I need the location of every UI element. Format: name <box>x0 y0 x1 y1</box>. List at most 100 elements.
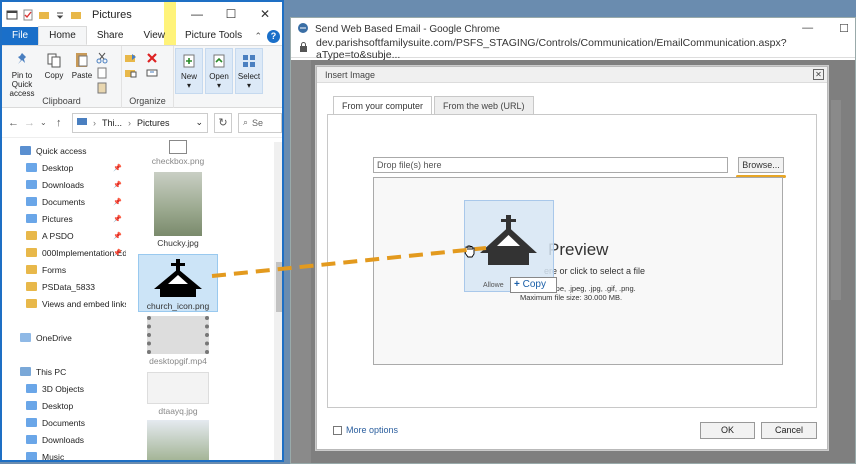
new-folder-icon[interactable] <box>38 9 50 21</box>
preview-hint: ere or click to select a file <box>544 266 646 276</box>
cancel-button[interactable]: Cancel <box>761 422 817 439</box>
nav-item[interactable]: A PSDO 📌 <box>2 227 126 244</box>
copy-to-icon[interactable] <box>124 67 137 79</box>
file-item[interactable]: Chucky.jpg <box>138 172 218 248</box>
copy-plus-icon: + <box>514 279 520 290</box>
drop-zone[interactable]: Preview ere or click to select a file s:… <box>373 177 783 365</box>
properties-icon[interactable] <box>22 9 34 21</box>
address-dropdown-icon[interactable]: ⌄ <box>195 117 203 128</box>
address-folder-icon <box>77 117 87 128</box>
nav-item-label: PSData_5833 <box>42 281 95 292</box>
computer-icon <box>20 367 31 376</box>
nav-item[interactable]: Documents <box>2 414 126 431</box>
nav-item[interactable]: Desktop 📌 <box>2 159 126 176</box>
nav-item-label: Desktop <box>42 162 74 173</box>
forward-arrow-icon[interactable]: → <box>24 117 35 129</box>
file-list-scrollbar[interactable] <box>274 142 282 460</box>
nav-item[interactable]: PSData_5833 <box>2 278 126 295</box>
address-part-pictures[interactable]: Pictures <box>137 118 170 128</box>
maximize-icon[interactable]: ☐ <box>839 22 849 35</box>
customize-toolbar-icon[interactable] <box>54 9 66 21</box>
file-item[interactable]: dtaayq.jpg <box>138 372 218 416</box>
tab-file[interactable]: File <box>2 27 39 45</box>
select-button[interactable]: Select ▾ <box>235 48 263 94</box>
up-arrow-icon[interactable]: ↑ <box>56 117 66 129</box>
nav-item[interactable]: This PC <box>2 363 126 380</box>
tab-home[interactable]: Home <box>38 26 87 45</box>
file-item[interactable] <box>138 420 218 460</box>
dialog-close-icon[interactable]: ✕ <box>813 69 824 80</box>
new-button[interactable]: New ▾ <box>175 48 203 94</box>
scrollbar-thumb[interactable] <box>276 262 282 312</box>
folder-icon <box>26 299 37 308</box>
dialog-tabs: From your computer From the web (URL) <box>333 96 534 115</box>
tab-from-your-computer[interactable]: From your computer <box>333 96 433 115</box>
search-icon: ⌕ <box>243 117 249 127</box>
file-item[interactable]: checkbox.png <box>138 140 218 166</box>
file-item-selected[interactable]: church_icon.png <box>138 254 218 312</box>
file-thumbnail <box>147 420 209 460</box>
drop-files-field[interactable]: Drop file(s) here <box>373 157 728 173</box>
chrome-address-bar[interactable]: dev.parishsoftfamilysuite.com/PSFS_STAGI… <box>291 37 855 61</box>
pin-label: Pin to Quick access <box>9 71 35 98</box>
new-dropdown-icon: ▾ <box>186 81 191 90</box>
refresh-icon[interactable]: ↻ <box>214 112 232 133</box>
cut-icon[interactable] <box>96 52 108 64</box>
nav-item[interactable]: Downloads <box>2 431 126 448</box>
browse-button[interactable]: Browse... <box>738 157 784 173</box>
church-icon-thumbnail <box>148 257 208 299</box>
nav-item-label: Forms <box>42 264 67 275</box>
nav-item[interactable]: Music <box>2 448 126 460</box>
ok-button[interactable]: OK <box>700 422 755 439</box>
window-icon <box>6 9 18 21</box>
desktop-folder-icon <box>26 401 37 410</box>
open-dropdown-icon: ▾ <box>216 81 221 90</box>
open-button[interactable]: Open ▾ <box>205 48 233 94</box>
nav-item[interactable]: Desktop <box>2 397 126 414</box>
pinned-icon: 📌 <box>113 164 122 172</box>
nav-item[interactable]: 000Implementation Ed 📌 <box>2 244 126 261</box>
back-arrow-icon[interactable]: ← <box>8 117 19 129</box>
navigation-pane: Quick access Desktop 📌 Downloads 📌 Documents 📌… <box>2 142 126 460</box>
nav-item[interactable]: OneDrive <box>2 329 126 346</box>
address-bar[interactable]: › Thi... › Pictures ⌄ <box>72 112 208 133</box>
move-to-icon[interactable] <box>124 52 136 64</box>
nav-item[interactable]: 3D Objects <box>2 380 126 397</box>
rename-icon[interactable] <box>146 67 158 79</box>
tab-view[interactable]: View <box>134 27 176 45</box>
clipboard-group-label: Clipboard <box>42 96 81 106</box>
select-label: Select <box>237 72 261 81</box>
open-icon <box>211 53 227 69</box>
nav-item[interactable]: Pictures 📌 <box>2 210 126 227</box>
collapse-ribbon-icon[interactable]: ⌃ <box>254 31 262 42</box>
minimize-icon[interactable]: — <box>180 2 214 26</box>
tab-share[interactable]: Share <box>87 27 134 45</box>
nav-item-label: Downloads <box>42 434 85 445</box>
nav-item-label: A PSDO <box>42 230 74 241</box>
open-label: Open <box>209 72 229 81</box>
address-part-this-pc[interactable]: Thi... <box>102 118 122 128</box>
nav-item[interactable]: Forms <box>2 261 126 278</box>
tab-from-the-web[interactable]: From the web (URL) <box>434 96 534 115</box>
close-icon[interactable]: ✕ <box>248 2 282 26</box>
chrome-title: Send Web Based Email - Google Chrome <box>315 23 500 35</box>
delete-icon[interactable] <box>146 52 158 64</box>
tab-picture-tools[interactable]: Picture Tools <box>175 27 252 45</box>
nav-item[interactable]: Views and embed links <box>2 295 126 312</box>
file-item[interactable]: desktopgif.mp4 <box>138 316 218 366</box>
navigation-bar: ← → ⌄ ↑ › Thi... › Pictures ⌄ ↻ ⌕ Se <box>2 108 282 138</box>
maximize-icon[interactable]: ☐ <box>214 2 248 26</box>
page-url[interactable]: dev.parishsoftfamilysuite.com/PSFS_STAGI… <box>316 37 855 61</box>
recent-locations-icon[interactable]: ⌄ <box>40 118 50 127</box>
paste-shortcut-icon[interactable] <box>96 82 108 94</box>
nav-item[interactable]: Documents 📌 <box>2 193 126 210</box>
more-options-toggle[interactable]: More options <box>333 425 398 435</box>
nav-item[interactable]: Downloads 📌 <box>2 176 126 193</box>
minimize-icon[interactable]: — <box>802 22 813 35</box>
more-options-checkbox[interactable] <box>333 425 342 435</box>
search-box[interactable]: ⌕ Se <box>238 112 282 133</box>
help-icon[interactable]: ? <box>267 30 280 43</box>
copy-path-icon[interactable] <box>96 67 108 79</box>
nav-item[interactable]: Quick access <box>2 142 126 159</box>
